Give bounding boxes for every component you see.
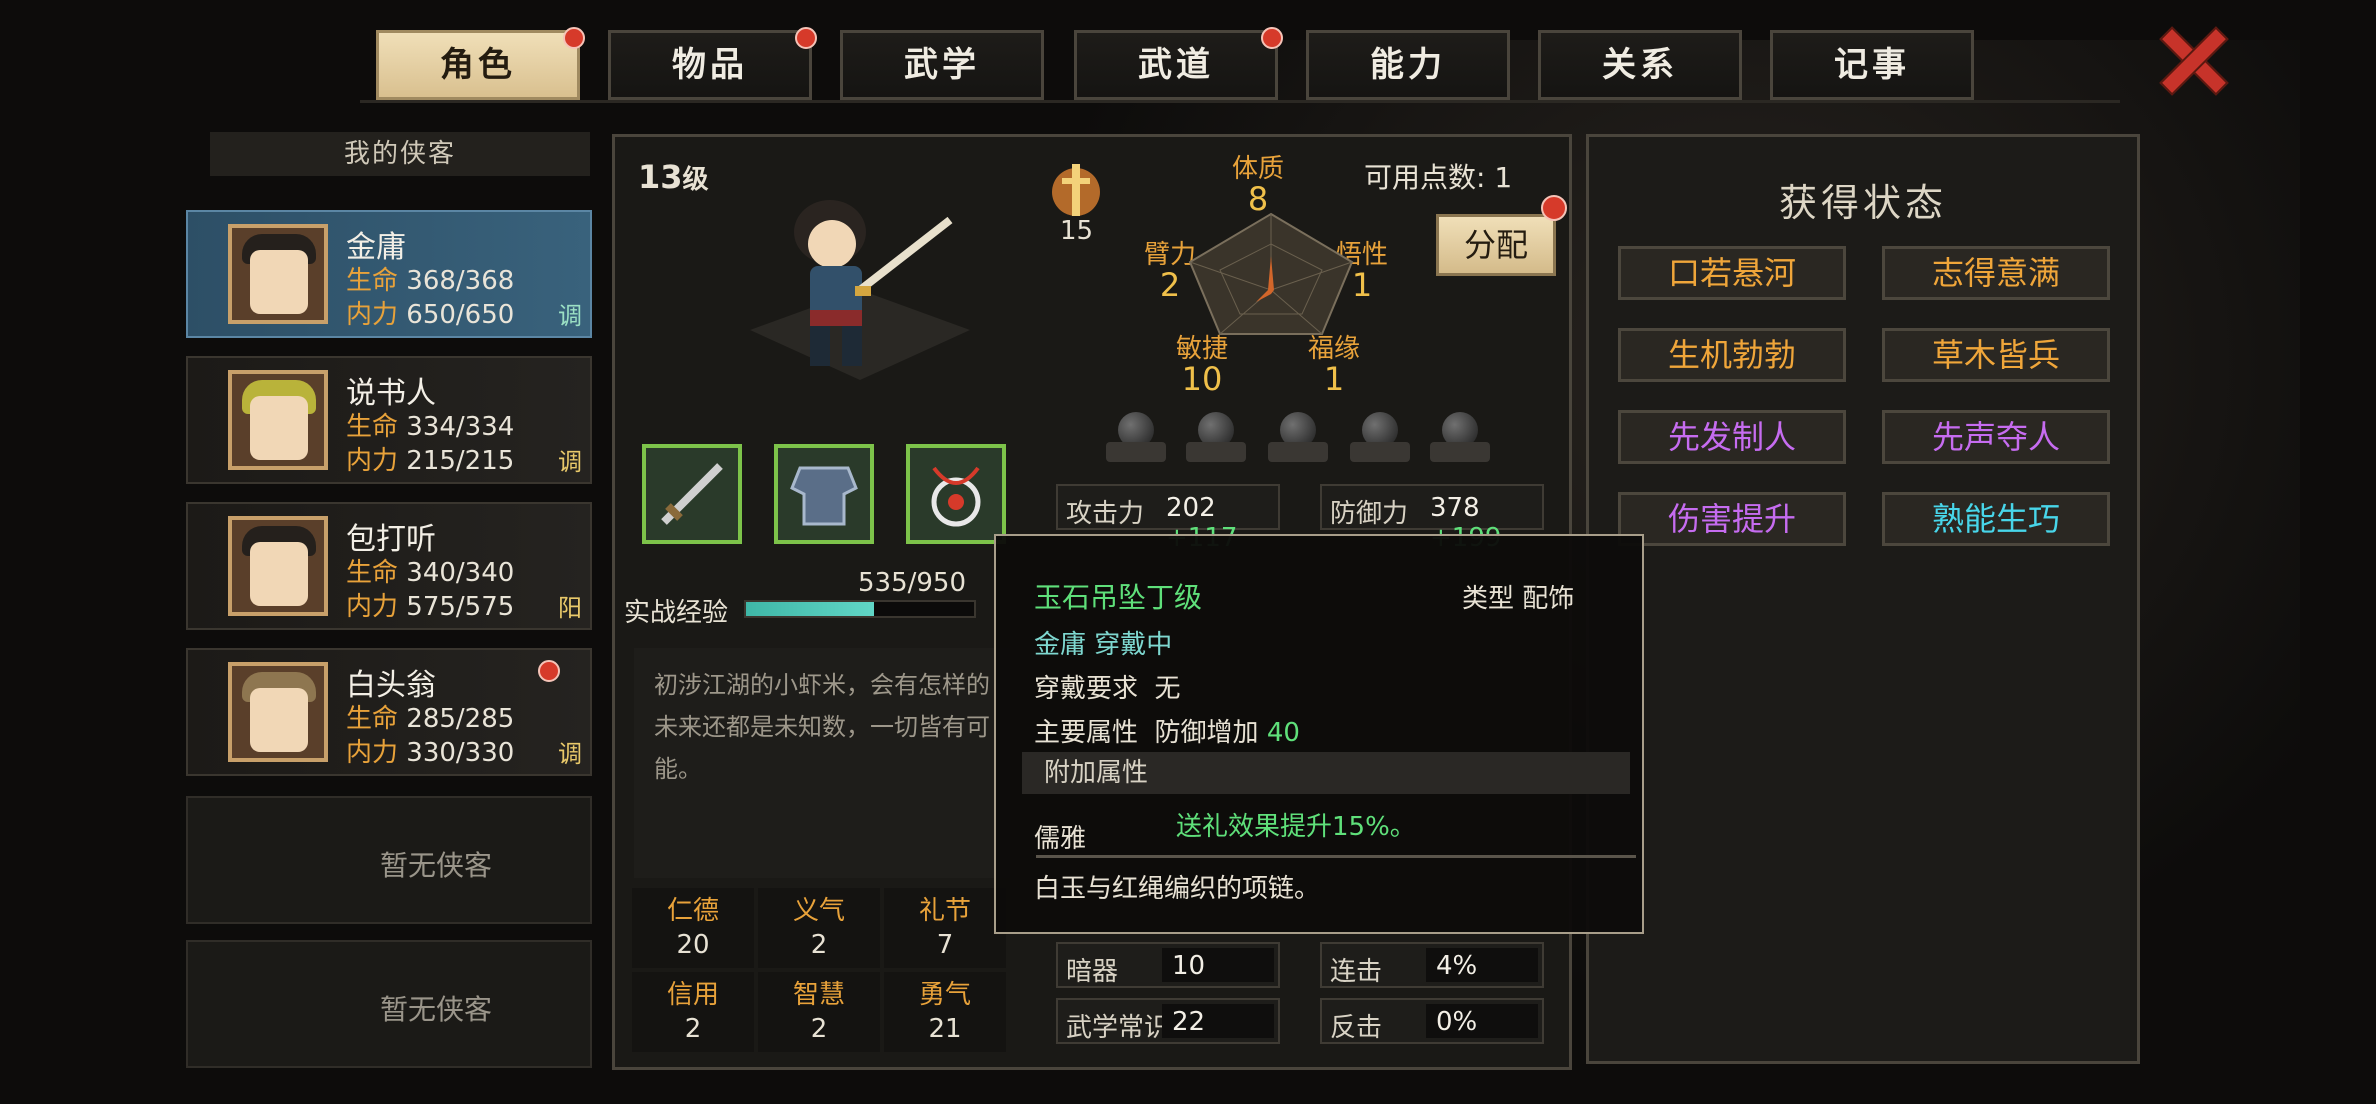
- status-item[interactable]: 伤害提升: [1618, 492, 1846, 546]
- tab-bar-divider: [360, 100, 2120, 103]
- virtue-stat: 义气 2: [758, 888, 880, 968]
- tooltip-type: 类型 配饰: [1462, 584, 1575, 614]
- close-icon[interactable]: [2152, 18, 2232, 98]
- hero-card[interactable]: 金庸 生命 368/368 内力 650/650 调: [186, 210, 592, 338]
- virtue-stat: 智慧 2: [758, 972, 880, 1052]
- alert-dot: [1261, 27, 1283, 49]
- empty-hero-slot[interactable]: 暂无侠客: [186, 796, 592, 924]
- tooltip-extra-header: 附加属性: [1022, 752, 1630, 794]
- alert-dot: [1541, 195, 1567, 221]
- exp-bar: [744, 600, 976, 618]
- armor-icon: [790, 466, 858, 526]
- hero-sprite: [750, 200, 970, 380]
- status-item[interactable]: 志得意满: [1882, 246, 2110, 300]
- hero-portrait: [228, 516, 328, 616]
- gem-slot[interactable]: [1106, 412, 1166, 468]
- hero-mp: 内力 575/575: [346, 592, 515, 622]
- weapon-slot[interactable]: [642, 444, 742, 544]
- gem-slot[interactable]: [1268, 412, 1328, 468]
- stat-attack: 攻击力202 +117: [1056, 484, 1280, 553]
- status-item[interactable]: 草木皆兵: [1882, 328, 2110, 382]
- tooltip-main-attribute: 主要属性 防御增加 40: [1034, 718, 1300, 748]
- hero-tag: 调: [558, 302, 582, 330]
- hero-tag: 阳: [558, 594, 582, 622]
- hero-mp: 内力 215/215: [346, 446, 515, 476]
- attribute-radar-chart: [1188, 212, 1354, 335]
- tooltip-extra-value: 送礼效果提升15%。: [1176, 812, 1416, 842]
- gem-slot[interactable]: [1430, 412, 1490, 468]
- tooltip-item-name: 玉石吊坠丁级: [1034, 581, 1203, 614]
- virtue-stat: 勇气 21: [884, 972, 1006, 1052]
- hero-portrait: [228, 224, 328, 324]
- hero-hp: 生命 368/368: [346, 266, 515, 296]
- status-item[interactable]: 先发制人: [1618, 410, 1846, 464]
- stat-combo: 连击 4%: [1320, 942, 1544, 988]
- tab-character[interactable]: 角色: [376, 27, 585, 100]
- exp-label: 实战经验: [624, 598, 729, 628]
- tooltip-requirement: 穿戴要求 无: [1034, 674, 1181, 704]
- status-item[interactable]: 熟能生巧: [1882, 492, 2110, 546]
- tooltip-flavor-text: 白玉与红绳编织的项链。: [1034, 874, 1321, 904]
- virtue-stat: 仁德 20: [632, 888, 754, 968]
- character-description: 初涉江湖的小虾米，会有怎样的未来还都是未知数，一切皆有可能。: [634, 648, 1010, 878]
- alert-dot: [563, 27, 585, 49]
- allocate-button[interactable]: 分配: [1436, 195, 1567, 276]
- hero-portrait: [228, 370, 328, 470]
- exp-fill: [746, 602, 875, 616]
- stat-counter: 反击 0%: [1320, 998, 1544, 1044]
- gem-slot[interactable]: [1350, 412, 1410, 468]
- tab-abilities[interactable]: 能力: [1306, 30, 1510, 100]
- armor-slot[interactable]: [774, 444, 874, 544]
- hero-hp: 生命 334/334: [346, 412, 515, 442]
- tab-martial-path[interactable]: 武道: [1074, 27, 1283, 100]
- virtue-stat: 礼节 7: [884, 888, 1006, 968]
- hero-hp: 生命 285/285: [346, 704, 515, 734]
- hero-card[interactable]: 包打听 生命 340/340 内力 575/575 阳: [186, 502, 592, 630]
- hero-tag: 调: [558, 740, 582, 768]
- sword-icon: [661, 463, 723, 525]
- tab-items[interactable]: 物品: [608, 27, 817, 100]
- alert-dot: [538, 660, 560, 682]
- hero-card[interactable]: 说书人 生命 334/334 内力 215/215 调: [186, 356, 592, 484]
- status-item[interactable]: 先声夺人: [1882, 410, 2110, 464]
- tab-relations[interactable]: 关系: [1538, 30, 1742, 100]
- status-item[interactable]: 口若悬河: [1618, 246, 1846, 300]
- available-points: 可用点数: 1: [1364, 161, 1513, 194]
- virtue-stat: 信用 2: [632, 972, 754, 1052]
- status-panel-title: 获得状态: [1778, 181, 1947, 225]
- tooltip-extra-name: 儒雅: [1034, 824, 1087, 854]
- tab-martial-arts[interactable]: 武学: [840, 30, 1044, 100]
- attr-tizhi: 体质 8: [1232, 154, 1285, 218]
- hero-mp: 内力 330/330: [346, 738, 515, 768]
- accessory-slot[interactable]: [906, 444, 1006, 544]
- alert-dot: [795, 27, 817, 49]
- skill-value: 15: [1060, 216, 1094, 246]
- hero-hp: 生命 340/340: [346, 558, 515, 588]
- exp-value: 535/950: [858, 568, 967, 598]
- attr-minjie: 敏捷 10: [1176, 334, 1229, 398]
- tooltip-wearing: 金庸 穿戴中: [1034, 630, 1173, 660]
- gem-slot[interactable]: [1186, 412, 1246, 468]
- stat-martial-knowledge: 武学常识 22: [1056, 998, 1280, 1044]
- necklace-icon: [931, 466, 981, 527]
- roster-title: 我的侠客: [210, 132, 590, 176]
- stat-hidden-weapon: 暗器 10: [1056, 942, 1280, 988]
- hero-portrait: [228, 662, 328, 762]
- character-level: 13级: [638, 158, 709, 196]
- tooltip-divider: [1036, 855, 1636, 858]
- empty-hero-slot[interactable]: 暂无侠客: [186, 940, 592, 1068]
- attr-fuyuan: 福缘 1: [1308, 334, 1361, 398]
- sword-emblem-icon: [1052, 164, 1100, 216]
- hero-mp: 内力 650/650: [346, 300, 515, 330]
- tab-journal[interactable]: 记事: [1770, 30, 1974, 100]
- stat-defense: 防御力378 +199: [1320, 484, 1544, 553]
- hero-tag: 调: [558, 448, 582, 476]
- hero-card[interactable]: 白头翁 生命 285/285 内力 330/330 调: [186, 648, 592, 776]
- status-item[interactable]: 生机勃勃: [1618, 328, 1846, 382]
